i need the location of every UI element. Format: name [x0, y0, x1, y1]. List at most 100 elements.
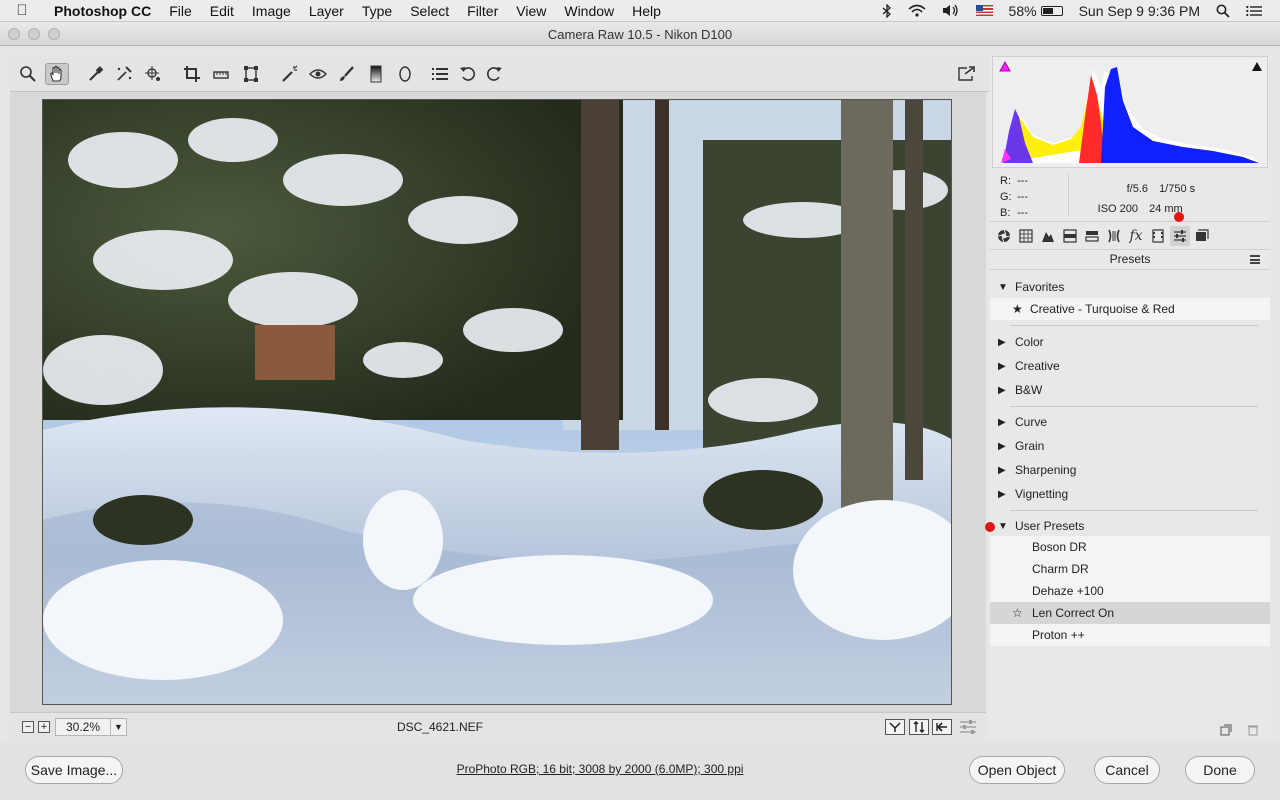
- image-preview[interactable]: [42, 99, 952, 705]
- triangle-down-icon: ▼: [998, 281, 1008, 293]
- rotate-left-icon[interactable]: [456, 63, 480, 85]
- menu-image[interactable]: Image: [243, 3, 300, 19]
- aperture: f/5.6: [1126, 183, 1148, 195]
- menu-filter[interactable]: Filter: [458, 3, 507, 19]
- preset-group-curve[interactable]: ▶ Curve: [990, 411, 1270, 433]
- spotlight-search-icon[interactable]: [1208, 4, 1238, 18]
- detail-tab-icon[interactable]: [1038, 226, 1058, 246]
- color-sampler-tool-icon[interactable]: [112, 63, 136, 85]
- trash-icon[interactable]: [1247, 724, 1259, 736]
- copy-settings-icon[interactable]: [932, 719, 952, 735]
- split-toning-tab-icon[interactable]: [1082, 226, 1102, 246]
- zoom-out-button[interactable]: −: [22, 721, 34, 733]
- user-preset-item[interactable]: Proton ++: [990, 624, 1270, 646]
- white-balance-tool-icon[interactable]: [84, 63, 108, 85]
- preset-group-grain[interactable]: ▶ Grain: [990, 435, 1270, 457]
- preset-group-label: B&W: [1015, 383, 1043, 397]
- preset-group-sharpening[interactable]: ▶ Sharpening: [990, 459, 1270, 481]
- menu-select[interactable]: Select: [401, 3, 458, 19]
- iso: ISO 200: [1097, 203, 1138, 215]
- apple-icon[interactable]: : [0, 2, 44, 19]
- preferences-list-icon[interactable]: [428, 63, 452, 85]
- triangle-down-icon: ▼: [998, 520, 1008, 532]
- swap-settings-icon[interactable]: [909, 719, 929, 735]
- presets-tab-icon[interactable]: [1170, 226, 1190, 246]
- zoom-level-select[interactable]: 30.2% ▼: [55, 718, 127, 736]
- user-preset-item[interactable]: Boson DR: [990, 536, 1270, 558]
- preset-group-label: User Presets: [1015, 519, 1085, 533]
- app-menu[interactable]: Photoshop CC: [44, 3, 160, 19]
- shadow-clipping-indicator[interactable]: [999, 60, 1011, 72]
- adjustment-brush-icon[interactable]: [335, 63, 359, 85]
- bluetooth-icon[interactable]: [874, 3, 900, 18]
- new-preset-icon[interactable]: [1220, 724, 1232, 736]
- zoom-in-button[interactable]: +: [38, 721, 50, 733]
- preview-preferences-icon[interactable]: [959, 719, 977, 735]
- menu-file[interactable]: File: [160, 3, 201, 19]
- rotate-right-icon[interactable]: [482, 63, 506, 85]
- before-after-view-icon[interactable]: [885, 719, 905, 735]
- red-eye-removal-tool-icon[interactable]: [306, 63, 330, 85]
- menu-type[interactable]: Type: [353, 3, 401, 19]
- highlight-clipping-indicator[interactable]: [1251, 60, 1263, 72]
- menu-edit[interactable]: Edit: [201, 3, 243, 19]
- hand-tool-icon[interactable]: [45, 63, 69, 85]
- preset-group-user-presets[interactable]: ▼ User Presets: [990, 515, 1270, 537]
- favorite-preset-item[interactable]: ★ Creative - Turquoise & Red: [990, 298, 1270, 320]
- basic-tab-icon[interactable]: [994, 226, 1014, 246]
- snapshots-tab-icon[interactable]: [1192, 226, 1212, 246]
- g-label: G:: [1000, 191, 1012, 203]
- camera-raw-toolbar: [10, 56, 989, 92]
- menu-help[interactable]: Help: [623, 3, 670, 19]
- save-image-button[interactable]: Save Image...: [25, 756, 123, 784]
- battery-status[interactable]: 58%: [1001, 3, 1071, 19]
- crop-tool-icon[interactable]: [180, 63, 204, 85]
- tone-curve-tab-icon[interactable]: [1016, 226, 1036, 246]
- workflow-options-link[interactable]: ProPhoto RGB; 16 bit; 3008 by 2000 (6.0M…: [380, 762, 820, 776]
- preset-group-bw[interactable]: ▶ B&W: [990, 379, 1270, 401]
- menu-window[interactable]: Window: [555, 3, 623, 19]
- clock[interactable]: Sun Sep 9 9:36 PM: [1071, 3, 1208, 19]
- preset-group-creative[interactable]: ▶ Creative: [990, 355, 1270, 377]
- effects-tab-icon[interactable]: fx: [1126, 226, 1146, 246]
- user-preset-item[interactable]: Charm DR: [990, 558, 1270, 580]
- image-info: R: --- G: --- B: --- f/5.6 1/750 s ISO 2…: [990, 168, 1270, 222]
- cancel-button[interactable]: Cancel: [1094, 756, 1160, 784]
- targeted-adjustment-tool-icon[interactable]: [141, 63, 165, 85]
- open-object-button[interactable]: Open Object: [969, 756, 1065, 784]
- presets-header: Presets: [990, 250, 1270, 270]
- preset-group-favorites[interactable]: ▼ Favorites: [990, 276, 1270, 298]
- radial-filter-icon[interactable]: [393, 63, 417, 85]
- preset-group-color[interactable]: ▶ Color: [990, 331, 1270, 353]
- menu-layer[interactable]: Layer: [300, 3, 353, 19]
- user-preset-item[interactable]: Dehaze +100: [990, 580, 1270, 602]
- menu-view[interactable]: View: [507, 3, 555, 19]
- camera-calibration-tab-icon[interactable]: [1148, 226, 1168, 246]
- spot-removal-tool-icon[interactable]: [278, 63, 302, 85]
- notification-center-icon[interactable]: [1238, 5, 1270, 17]
- volume-icon[interactable]: [934, 4, 968, 17]
- filled-star-icon: ★: [1012, 302, 1023, 316]
- graduated-filter-icon[interactable]: [364, 63, 388, 85]
- input-source-flag-icon[interactable]: [968, 5, 1001, 16]
- preset-group-vignetting[interactable]: ▶ Vignetting: [990, 483, 1270, 505]
- straighten-tool-icon[interactable]: [209, 63, 233, 85]
- presets-menu-icon[interactable]: [1250, 255, 1260, 264]
- lens-corrections-tab-icon[interactable]: [1104, 226, 1124, 246]
- star-outline-icon[interactable]: ☆: [1012, 606, 1032, 620]
- wifi-icon[interactable]: [900, 4, 934, 17]
- user-preset-item-selected[interactable]: ☆ Len Correct On: [990, 602, 1270, 624]
- snowy-forest-photo: [43, 100, 951, 704]
- rgb-readout: R: --- G: --- B: ---: [1000, 173, 1028, 221]
- panel-tabs: fx: [990, 222, 1270, 250]
- done-button[interactable]: Done: [1185, 756, 1255, 784]
- preset-group-label: Grain: [1015, 439, 1045, 453]
- divider: [1010, 406, 1258, 407]
- battery-percent: 58%: [1008, 2, 1037, 19]
- image-preview-area[interactable]: [10, 92, 986, 712]
- hsl-tab-icon[interactable]: [1060, 226, 1080, 246]
- toggle-fullscreen-icon[interactable]: [954, 63, 978, 85]
- zoom-tool-icon[interactable]: [16, 63, 40, 85]
- preset-group-label: Sharpening: [1015, 463, 1077, 477]
- transform-tool-icon[interactable]: [239, 63, 263, 85]
